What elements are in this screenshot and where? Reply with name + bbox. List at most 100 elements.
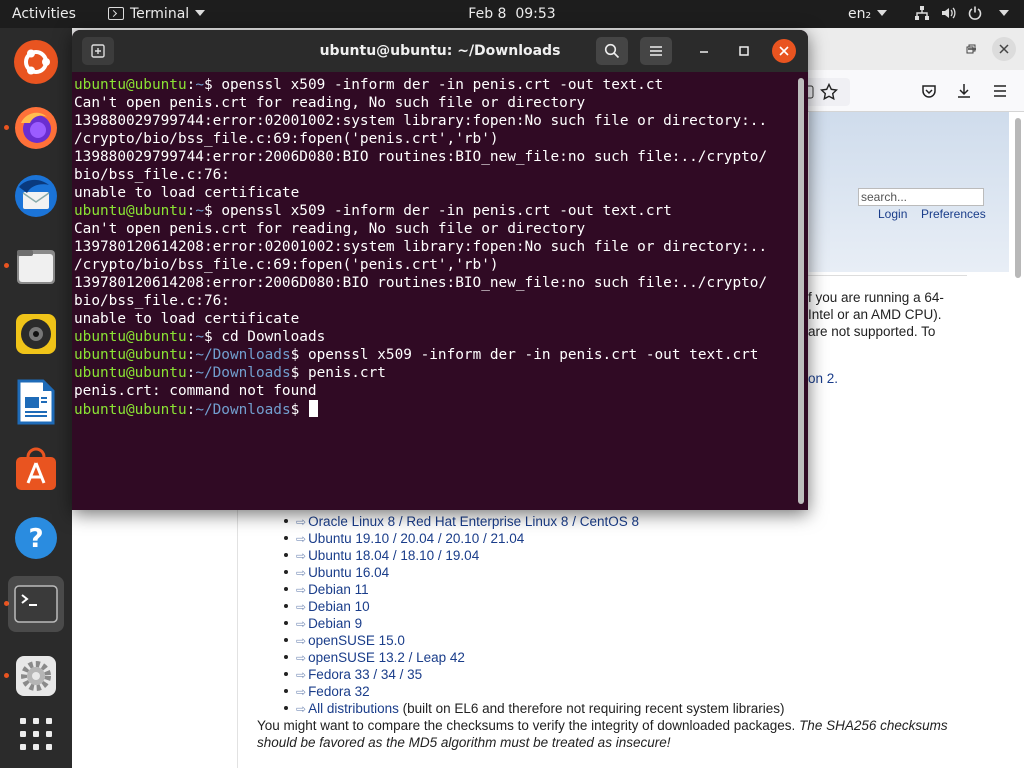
dock-show-applications[interactable]: [8, 706, 64, 762]
output-line: 139780120614208:error:2006D080:BIO routi…: [74, 275, 768, 291]
list-item: ⇨ Ubuntu 18.04 / 18.10 / 19.04: [284, 547, 785, 564]
prompt-line: ubuntu@ubuntu:~/Downloads$ penis.crt: [74, 364, 796, 382]
chevron-down-icon: [999, 10, 1010, 16]
intro-text-fragment: f you are running a 64-: [808, 290, 944, 305]
dock-settings[interactable]: [8, 648, 64, 704]
dock-rhythmbox[interactable]: [8, 306, 64, 362]
list-item: ⇨ Oracle Linux 8 / Red Hat Enterprise Lin…: [284, 513, 785, 530]
dock-ubuntu-software[interactable]: [8, 442, 64, 498]
activities-button[interactable]: Activities: [12, 0, 76, 28]
output-line: penis.crt: command not found: [74, 383, 317, 399]
help-icon: ?: [15, 517, 57, 559]
arrow-icon: ⇨: [296, 702, 307, 716]
distribution-link[interactable]: Fedora 33 / 34 / 35: [308, 667, 422, 682]
terminal-close-button[interactable]: [772, 39, 796, 63]
list-item: ⇨ Debian 11: [284, 581, 785, 598]
list-item: ⇨ Debian 9: [284, 615, 785, 632]
output-line: unable to load certificate: [74, 185, 300, 201]
arrow-icon: ⇨: [296, 549, 307, 563]
arrow-icon: ⇨: [296, 583, 307, 597]
prompt-symbol: $: [203, 329, 222, 345]
arrow-icon: ⇨: [296, 685, 307, 699]
distribution-link[interactable]: Debian 10: [308, 599, 370, 614]
terminal-menu-button[interactable]: [640, 37, 672, 65]
terminal-scrollbar[interactable]: [798, 78, 804, 504]
top-bar: Activities Terminal Feb 8 09:53 en₂: [0, 0, 1024, 28]
text-cursor: [308, 400, 318, 417]
distribution-link[interactable]: Debian 9: [308, 616, 362, 631]
terminal-minimize-button[interactable]: [692, 39, 716, 63]
prompt-colon: :: [186, 329, 196, 345]
prompt-user: ubuntu@ubuntu: [74, 329, 187, 345]
language-label: en₂: [848, 6, 872, 22]
dock-firefox[interactable]: [8, 100, 64, 156]
terminal-headerbar: ubuntu@ubuntu: ~/Downloads: [72, 30, 808, 72]
prompt-path: ~: [195, 329, 204, 345]
writer-icon: [17, 379, 55, 425]
list-item: ⇨ openSUSE 15.0: [284, 632, 785, 649]
terminal-search-button[interactable]: [596, 37, 628, 65]
browser-menu-button[interactable]: [989, 80, 1011, 102]
browser-restore-button[interactable]: [959, 37, 983, 61]
app-menu[interactable]: Terminal: [108, 0, 206, 28]
new-tab-icon: [91, 44, 105, 58]
output-line: bio/bss_file.c:76:: [74, 167, 230, 183]
distribution-link[interactable]: All distributions: [308, 701, 399, 716]
prompt-colon: :: [186, 347, 196, 363]
new-tab-button[interactable]: [82, 37, 114, 65]
downloads-button[interactable]: [953, 80, 975, 102]
site-search-input[interactable]: search...: [858, 188, 984, 206]
output-line: unable to load certificate: [74, 311, 300, 327]
distribution-link[interactable]: Oracle Linux 8 / Red Hat Enterprise Linu…: [308, 514, 639, 529]
login-link[interactable]: Login: [878, 207, 907, 221]
list-item: ⇨ All distributions (built on EL6 and the…: [284, 700, 785, 717]
prompt-symbol: $: [290, 402, 308, 418]
prompt-path: ~/Downloads: [195, 347, 291, 363]
close-icon: [779, 46, 789, 56]
distribution-link[interactable]: openSUSE 15.0: [308, 633, 405, 648]
dock-terminal[interactable]: [8, 576, 64, 632]
terminal-maximize-button[interactable]: [732, 39, 756, 63]
clock[interactable]: Feb 8 09:53: [468, 6, 555, 22]
checksum-paragraph: You might want to compare the checksums …: [257, 717, 977, 751]
files-icon: [17, 250, 55, 284]
distribution-link[interactable]: Ubuntu 16.04: [308, 565, 389, 580]
firefox-icon: [15, 107, 57, 149]
distribution-link[interactable]: Fedora 32: [308, 684, 370, 699]
prompt-colon: :: [186, 365, 196, 381]
pocket-button[interactable]: [918, 80, 940, 102]
browser-close-button[interactable]: [992, 37, 1016, 61]
bookmark-star-icon: [820, 83, 838, 101]
list-item: ⇨ Fedora 32: [284, 683, 785, 700]
list-item: ⇨ Fedora 33 / 34 / 35: [284, 666, 785, 683]
preferences-link[interactable]: Preferences: [921, 207, 986, 221]
chevron-down-icon: [195, 10, 206, 16]
ubuntu-logo-icon: [14, 40, 58, 84]
distribution-link[interactable]: Ubuntu 18.04 / 18.10 / 19.04: [308, 548, 479, 563]
dock-help[interactable]: ?: [8, 510, 64, 566]
prompt-path: ~/Downloads: [195, 365, 291, 381]
close-icon: [999, 44, 1009, 54]
pocket-icon: [922, 85, 936, 98]
distribution-link[interactable]: Debian 11: [308, 582, 369, 597]
dock-files[interactable]: [8, 238, 64, 294]
arrow-icon: ⇨: [296, 515, 307, 529]
terminal-output[interactable]: ubuntu@ubuntu:~$ openssl x509 -inform de…: [74, 76, 796, 506]
distribution-link[interactable]: openSUSE 13.2 / Leap 42: [308, 650, 465, 665]
dock-libreoffice-writer[interactable]: [8, 374, 64, 430]
prompt-path: ~/Downloads: [195, 402, 291, 418]
system-tray[interactable]: [914, 0, 1010, 28]
dock-thunderbird[interactable]: [8, 168, 64, 224]
intro-link-fragment[interactable]: on 2.: [808, 371, 838, 386]
prompt-line: ubuntu@ubuntu:~$ cd Downloads: [74, 328, 796, 346]
svg-text:?: ?: [28, 524, 43, 554]
terminal-window: ubuntu@ubuntu: ~/Downloads ubuntu@ubuntu…: [72, 30, 808, 510]
language-indicator[interactable]: en₂: [848, 0, 888, 28]
arrow-icon: ⇨: [296, 668, 307, 682]
dock-ubuntu[interactable]: [8, 34, 64, 90]
prompt-symbol: $: [290, 347, 308, 363]
chevron-down-icon: [877, 10, 888, 16]
browser-scrollbar[interactable]: [1015, 118, 1021, 278]
distribution-link[interactable]: Ubuntu 19.10 / 20.04 / 20.10 / 21.04: [308, 531, 524, 546]
command-text: openssl x509 -inform der -in penis.crt -…: [307, 347, 759, 363]
